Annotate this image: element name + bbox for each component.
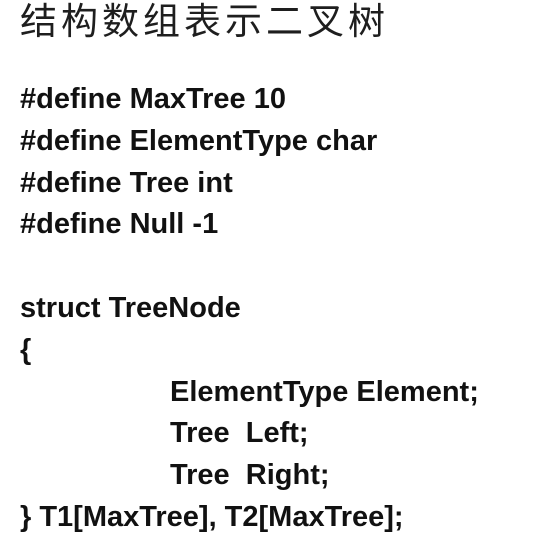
slide: 结构数组表示二叉树 #define MaxTree 10 #define Ele…	[0, 0, 548, 545]
code-block: #define MaxTree 10 #define ElementType c…	[20, 79, 540, 539]
define-null-line: #define Null -1	[20, 208, 219, 241]
field-left-line: Tree Left;	[170, 417, 309, 450]
struct-header-line: struct TreeNode	[20, 291, 241, 324]
define-maxtree-line: #define MaxTree 10	[20, 83, 286, 115]
slide-title: 结构数组表示二叉树	[20, 0, 389, 43]
open-brace-line: {	[20, 333, 32, 366]
close-brace-declaration-line: } T1[MaxTree], T2[MaxTree];	[20, 500, 404, 533]
define-tree-line: #define Tree int	[20, 166, 233, 199]
define-elementtype-line: #define ElementType char	[20, 124, 378, 157]
field-element-line: ElementType Element;	[170, 375, 479, 408]
field-right-line: Tree Right;	[170, 459, 330, 492]
